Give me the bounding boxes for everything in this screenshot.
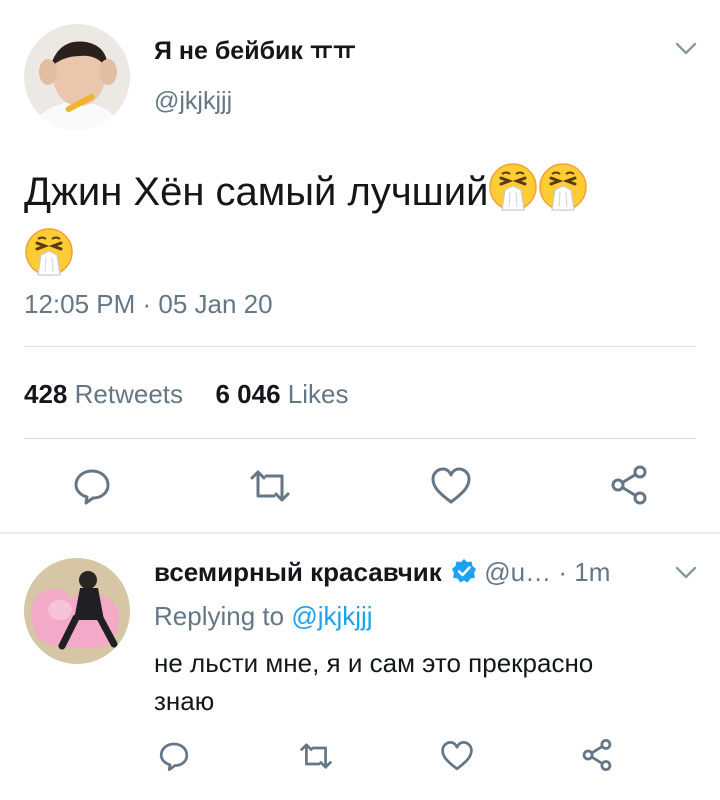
reply-icon[interactable] [72, 466, 112, 506]
sneezing-face-emoji [488, 162, 538, 227]
retweets-stat[interactable]: 428 Retweets [24, 379, 183, 409]
replying-to-handle[interactable]: @jkjkjjj [291, 601, 372, 631]
chevron-down-icon[interactable] [675, 566, 697, 580]
avatar[interactable] [24, 24, 130, 130]
reply-icon[interactable] [158, 740, 190, 772]
retweet-icon[interactable] [298, 740, 334, 772]
tweet-text-content: Джин Хён самый лучший [24, 170, 489, 215]
share-icon[interactable] [580, 738, 614, 772]
display-name[interactable]: Я не бейбик ㅠㅠ [154, 36, 356, 66]
section-separator [0, 532, 720, 534]
sneezing-face-emoji [24, 227, 74, 292]
retweet-icon[interactable] [248, 466, 292, 506]
reply-header: всемирный красавчик @u… · 1m [154, 556, 610, 591]
tweet-text: Джин Хён самый лучший [24, 162, 704, 292]
reply-display-name[interactable]: всемирный красавчик [154, 557, 442, 587]
reply-handle[interactable]: @u… [484, 557, 551, 587]
reply-time[interactable]: · 1m [558, 557, 610, 587]
reply-text-line: знаю [154, 686, 215, 716]
retweets-count: 428 [24, 379, 68, 409]
reply-text-line: не льсти мне, я и сам это прекрасно [154, 648, 594, 678]
heart-icon[interactable] [430, 466, 472, 506]
divider [24, 346, 696, 347]
timestamp[interactable]: 12:05 PM · 05 Jan 20 [24, 288, 273, 320]
likes-count: 6 046 [215, 379, 281, 409]
sneezing-face-emoji [538, 162, 588, 227]
reply-avatar[interactable] [24, 558, 130, 664]
retweets-label: Retweets [74, 379, 184, 409]
replying-to-prefix: Replying to [154, 601, 285, 631]
likes-stat[interactable]: 6 046 Likes [215, 379, 348, 409]
divider [24, 438, 696, 439]
heart-icon[interactable] [440, 740, 474, 772]
engagement-stats: 428 Retweets 6 046 Likes [24, 378, 349, 410]
replying-to: Replying to @jkjkjjj [154, 600, 373, 632]
verified-badge-icon [451, 558, 477, 591]
reply-text: не льсти мне, я и сам это прекрасно знаю [154, 644, 593, 720]
likes-label: Likes [287, 379, 349, 409]
handle[interactable]: @jkjkjjj [154, 86, 232, 116]
chevron-down-icon[interactable] [675, 42, 697, 56]
share-icon[interactable] [608, 464, 650, 506]
